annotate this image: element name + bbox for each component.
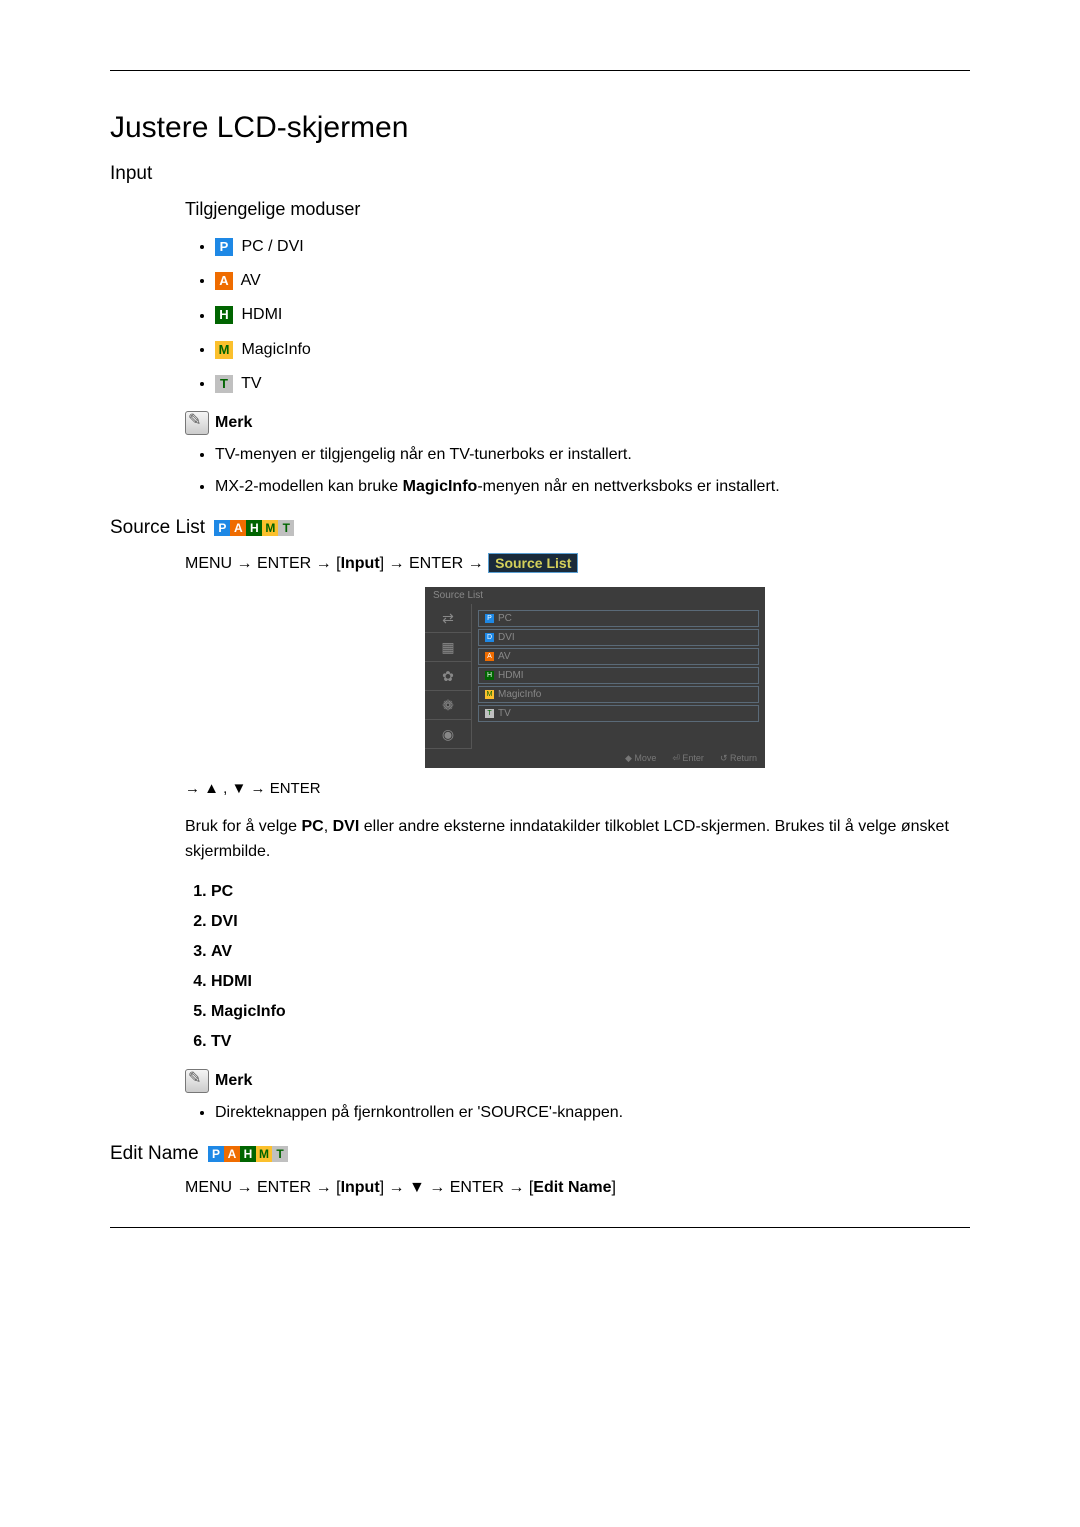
section-input-heading: Input (110, 163, 970, 185)
mode-item: M MagicInfo (215, 341, 970, 359)
note-block: Merk (185, 1069, 970, 1093)
osd-footer-move: ◆ Move (625, 753, 656, 764)
top-rule (110, 70, 970, 71)
nav-path-source-list: MENU → ENTER → [Input] → ENTER → Source … (185, 553, 970, 573)
note-item: MX-2-modellen kan bruke MagicInfo-menyen… (215, 475, 970, 499)
mode-item: H HDMI (215, 306, 970, 324)
osd-side-icon: ▦ (425, 633, 471, 662)
section-edit-name-heading: Edit Name PAHMT (110, 1143, 970, 1165)
osd-screenshot: Source List ⇄ ▦ ✿ ❁ ◉ PPC DDVI AAV HHDMI… (425, 587, 765, 768)
section-source-list-heading: Source List PAHMT (110, 517, 970, 539)
source-ordered-list: PC DVI AV HDMI MagicInfo TV (185, 883, 970, 1051)
modes-heading: Tilgjengelige moduser (185, 199, 970, 220)
mode-label: HDMI (241, 307, 282, 324)
osd-side-icon: ❁ (425, 691, 471, 720)
badge-m-icon: M (215, 341, 233, 359)
note-item: TV-menyen er tilgjengelig når en TV-tune… (215, 443, 970, 467)
osd-side-icon: ◉ (425, 720, 471, 749)
badge-h-icon: H (215, 306, 233, 324)
nav-pill-source-list: Source List (488, 553, 578, 573)
note-label: Merk (215, 414, 252, 432)
badge-m-icon: M (256, 1146, 272, 1162)
mode-item: A AV (215, 272, 970, 290)
badge-p-icon: P (208, 1146, 224, 1162)
note-bold: MagicInfo (403, 478, 478, 495)
osd-side-icon: ✿ (425, 662, 471, 691)
list-item: HDMI (211, 973, 970, 991)
note-icon (185, 411, 209, 435)
badge-t-icon: T (272, 1146, 288, 1162)
osd-footer-return: ↺ Return (720, 753, 757, 764)
osd-row: HHDMI (478, 667, 759, 684)
mode-label: PC / DVI (241, 238, 303, 255)
note-bullets: TV-menyen er tilgjengelig når en TV-tune… (185, 443, 970, 499)
badge-a-icon: A (215, 272, 233, 290)
badges-row: PAHMT (208, 1143, 288, 1165)
badge-p-icon: P (215, 238, 233, 256)
modes-list: P PC / DVI A AV H HDMI M MagicInfo T TV (185, 238, 970, 393)
note-label: Merk (215, 1072, 252, 1090)
nav-path-edit-name: MENU → ENTER → [Input] → ▼ → ENTER → [Ed… (185, 1179, 970, 1197)
note-block: Merk (185, 411, 970, 435)
osd-main: PPC DDVI AAV HHDMI MMagicInfo TTV (472, 604, 765, 749)
osd-row: TTV (478, 705, 759, 722)
osd-row: MMagicInfo (478, 686, 759, 703)
badge-t-icon: T (278, 520, 294, 536)
mode-label: AV (241, 272, 261, 289)
badge-a-icon: A (230, 520, 246, 536)
osd-row: PPC (478, 610, 759, 627)
osd-row: DDVI (478, 629, 759, 646)
osd-title: Source List (425, 587, 765, 604)
osd-side-icon: ⇄ (425, 604, 471, 633)
badges-row: PAHMT (214, 517, 294, 539)
osd-footer: ◆ Move ⏎ Enter ↺ Return (425, 749, 765, 768)
mode-item: P PC / DVI (215, 238, 970, 256)
list-item: AV (211, 943, 970, 961)
arrow-nav-line: → ▲ , ▼ → ENTER (185, 780, 970, 797)
osd-row: AAV (478, 648, 759, 665)
list-item: DVI (211, 913, 970, 931)
badge-h-icon: H (246, 520, 262, 536)
osd-footer-enter: ⏎ Enter (672, 753, 704, 764)
osd-sidebar: ⇄ ▦ ✿ ❁ ◉ (425, 604, 472, 749)
bottom-rule (110, 1227, 970, 1228)
mode-label: MagicInfo (241, 341, 310, 358)
mode-label: TV (241, 375, 261, 392)
list-item: MagicInfo (211, 1003, 970, 1021)
note-bullets: Direkteknappen på fjernkontrollen er 'SO… (185, 1101, 970, 1125)
source-list-description: Bruk for å velge PC, DVI eller andre eks… (185, 815, 970, 865)
list-item: TV (211, 1033, 970, 1051)
badge-a-icon: A (224, 1146, 240, 1162)
mode-item: T TV (215, 375, 970, 393)
note-icon (185, 1069, 209, 1093)
badge-t-icon: T (215, 375, 233, 393)
badge-p-icon: P (214, 520, 230, 536)
note-item: Direkteknappen på fjernkontrollen er 'SO… (215, 1101, 970, 1125)
badge-h-icon: H (240, 1146, 256, 1162)
badge-m-icon: M (262, 520, 278, 536)
list-item: PC (211, 883, 970, 901)
page-title: Justere LCD-skjermen (110, 111, 970, 145)
